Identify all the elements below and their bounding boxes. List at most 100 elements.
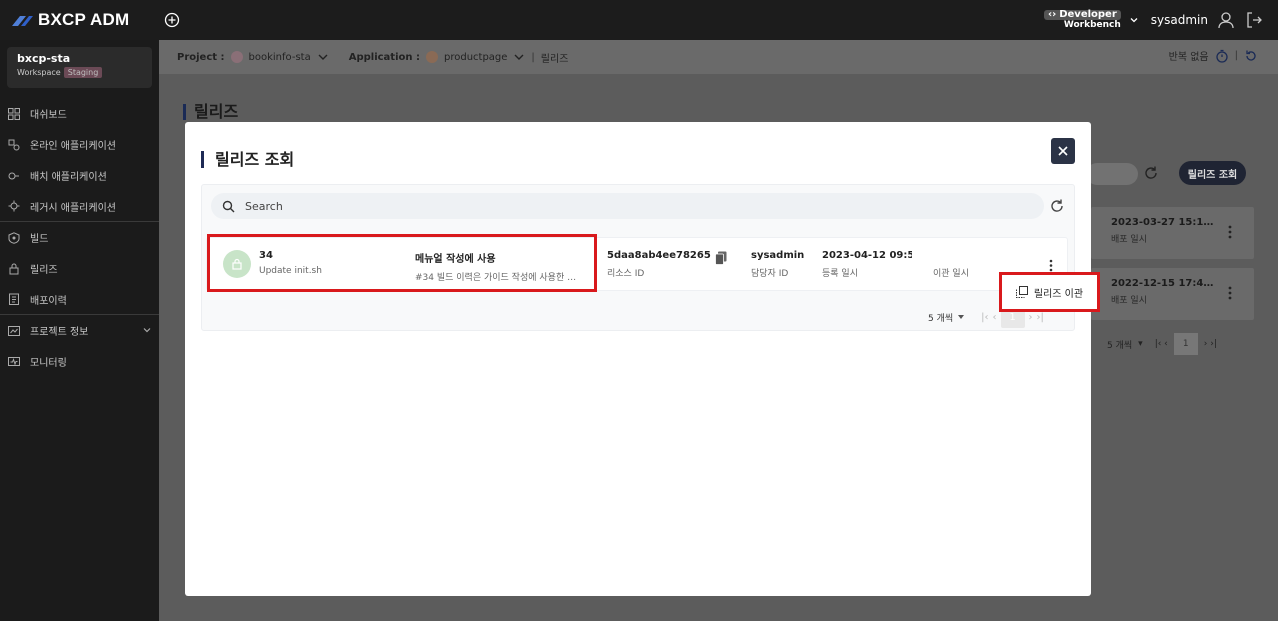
release-lookup-modal: 릴리즈 조회 34 Update init.sh 메뉴얼 작성에 사용 #34 … xyxy=(185,122,1091,596)
logo-mark-icon xyxy=(12,16,33,26)
page-size-select[interactable]: 5 개씩 xyxy=(928,311,965,324)
transfer-icon xyxy=(1015,286,1028,298)
close-button[interactable] xyxy=(1051,138,1075,164)
sidebar-item-label: 레거시 애플리케이션 xyxy=(30,202,116,214)
app-title: BXCP ADM xyxy=(38,10,130,29)
build-icon xyxy=(7,231,21,245)
caret-down-icon xyxy=(958,315,965,319)
workspace-card[interactable]: bxcp-sta Workspace Staging xyxy=(7,47,152,88)
next-page-button[interactable]: › xyxy=(1029,312,1033,323)
breadcrumb: Project : bookinfo-sta Application : pro… xyxy=(159,40,1278,74)
page-title: 릴리즈 xyxy=(183,104,238,120)
username: sysadmin xyxy=(1150,13,1208,27)
sidebar-item-legacy-app[interactable]: 레거시 애플리케이션 xyxy=(0,191,159,222)
close-icon xyxy=(1058,146,1068,156)
modal-title: 릴리즈 조회 xyxy=(201,151,294,168)
refresh-icon[interactable] xyxy=(1049,198,1065,214)
more-vertical-icon[interactable] xyxy=(1049,259,1053,272)
sidebar-item-label: 배포이력 xyxy=(30,295,67,307)
timer-icon[interactable] xyxy=(1215,49,1229,63)
legacy-app-icon xyxy=(7,199,21,213)
sidebar-item-label: 대쉬보드 xyxy=(30,110,67,121)
project-label: Project : xyxy=(177,51,225,63)
online-app-icon xyxy=(7,138,21,152)
search-bar xyxy=(211,193,1044,219)
sidebar-item-batch-app[interactable]: 배치 애플리케이션 xyxy=(0,160,159,191)
registered-label: 등록 일시 xyxy=(822,269,858,279)
sidebar-item-release[interactable]: 릴리즈 xyxy=(0,253,159,284)
release-lookup-button: 릴리즈 조회 xyxy=(1179,161,1246,185)
breadcrumb-current: 릴리즈 xyxy=(540,53,569,65)
resource-id-label: 리소스 ID xyxy=(607,269,645,279)
transfer-cell: 이관 일시 xyxy=(933,250,993,279)
sidebar-item-monitoring[interactable]: 모니터링 xyxy=(0,346,159,377)
application-label: Application : xyxy=(348,51,420,63)
chevron-down-icon[interactable] xyxy=(317,51,329,63)
workspace-name: bxcp-sta xyxy=(17,52,71,65)
workspace-badge: Staging xyxy=(63,67,103,78)
background-search-input xyxy=(1086,163,1138,185)
owner-label: 담당자 ID xyxy=(751,269,789,279)
search-input[interactable] xyxy=(245,199,1025,213)
workspace-label: Workspace xyxy=(17,68,61,77)
sidebar-item-build[interactable]: 빌드 xyxy=(0,222,159,253)
workbench-label: Workbench xyxy=(1063,20,1121,31)
sidebar-nav: 대쉬보드 온라인 애플리케이션 배치 애플리케이션 레거시 애플리케이션 빌드 … xyxy=(0,98,159,377)
user-icon[interactable] xyxy=(1216,10,1236,30)
sidebar-item-label: 빌드 xyxy=(30,234,49,245)
monitoring-icon xyxy=(7,355,21,369)
copy-icon[interactable] xyxy=(715,251,727,265)
release-transfer-menu-item[interactable]: 릴리즈 이관 xyxy=(999,272,1100,312)
resource-id-cell: 5daa8ab4ee78265a… 리소스 ID xyxy=(607,250,711,279)
reload-icon[interactable] xyxy=(1244,49,1258,63)
sidebar-item-dashboard[interactable]: 대쉬보드 xyxy=(0,98,159,129)
sidebar-item-label: 배치 애플리케이션 xyxy=(30,172,107,183)
deploy-history-icon xyxy=(7,292,21,306)
background-card: 2023-03-27 15:1… 배포 일시 xyxy=(1091,207,1254,259)
app-logo[interactable]: BXCP ADM xyxy=(10,10,160,30)
chevron-down-icon[interactable] xyxy=(1129,15,1139,25)
dashboard-icon xyxy=(7,107,21,121)
last-page-button[interactable]: ›| xyxy=(1037,312,1044,323)
sidebar-item-label: 온라인 애플리케이션 xyxy=(30,141,116,152)
sidebar: bxcp-sta Workspace Staging 대쉬보드 온라인 애플리케이… xyxy=(0,40,159,621)
sidebar-item-project-info[interactable]: 프로젝트 정보 xyxy=(0,315,159,346)
transfer-label: 이관 일시 xyxy=(933,269,969,279)
sidebar-item-label: 모니터링 xyxy=(30,358,67,369)
logout-icon[interactable] xyxy=(1244,10,1264,30)
owner-cell: sysadmin 담당자 ID xyxy=(751,250,811,279)
background-card: 2022-12-15 17:4… 배포 일시 xyxy=(1091,268,1254,320)
highlight-box xyxy=(207,234,597,292)
transfer-action-label: 릴리즈 이관 xyxy=(1033,288,1084,300)
refresh-icon xyxy=(1145,166,1157,179)
application-selector[interactable]: productpage xyxy=(444,52,507,63)
sidebar-item-online-app[interactable]: 온라인 애플리케이션 xyxy=(0,129,159,160)
owner-id: sysadmin xyxy=(751,250,805,261)
registered-cell: 2023-04-12 09:5… 등록 일시 xyxy=(822,250,912,279)
developer-workbench-link[interactable]: ‹› Developer Workbench xyxy=(1043,8,1121,31)
project-info-icon xyxy=(7,324,21,338)
background-pagination: 5 개씩 ▾ |‹ ‹ 1 › ›| xyxy=(1107,333,1217,355)
chevron-down-icon[interactable] xyxy=(142,325,152,335)
release-icon xyxy=(7,262,21,276)
search-icon xyxy=(222,200,235,212)
batch-app-icon xyxy=(7,169,21,183)
prev-page-button[interactable]: ‹ xyxy=(993,312,997,323)
more-vertical-icon xyxy=(1228,225,1232,239)
add-workspace-icon[interactable] xyxy=(162,10,182,30)
project-dot-icon xyxy=(230,51,243,63)
sidebar-item-deploy-history[interactable]: 배포이력 xyxy=(0,284,159,315)
sidebar-item-label: 릴리즈 xyxy=(30,265,58,276)
first-page-button[interactable]: |‹ xyxy=(981,312,988,323)
top-bar: BXCP ADM ‹› Developer Workbench sysadmin xyxy=(0,0,1278,40)
sidebar-item-label: 프로젝트 정보 xyxy=(30,327,89,338)
chevron-down-icon[interactable] xyxy=(513,51,525,63)
project-selector[interactable]: bookinfo-sta xyxy=(249,52,311,63)
registered-at: 2023-04-12 09:5… xyxy=(822,250,912,261)
application-dot-icon xyxy=(425,51,438,63)
repeat-label: 반복 없음 xyxy=(1168,52,1209,63)
more-vertical-icon xyxy=(1228,286,1232,300)
resource-id: 5daa8ab4ee78265a… xyxy=(607,250,711,261)
code-icon: ‹› xyxy=(1047,8,1057,20)
developer-label: Developer xyxy=(1059,8,1117,20)
